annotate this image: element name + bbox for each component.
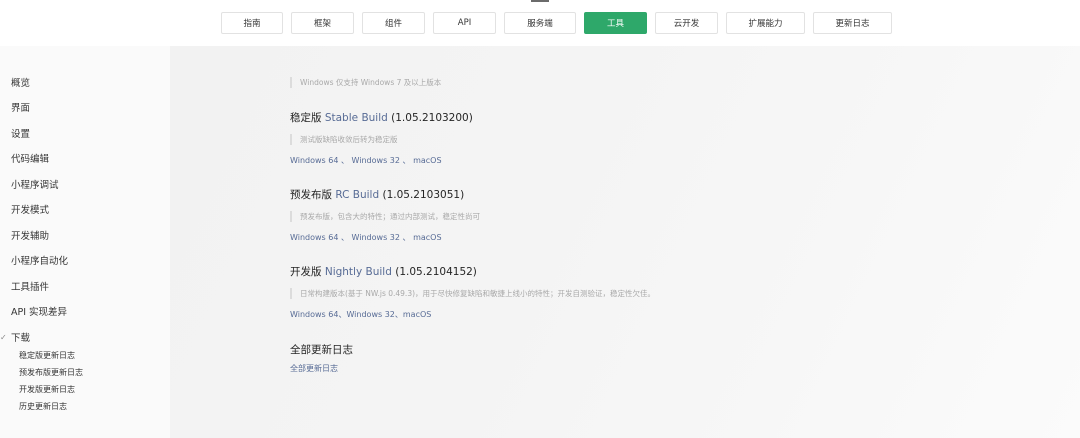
- nightly-build-note: 日常构建版本(基于 NW.js 0.49.3)，用于尽快修复缺陷和敏捷上线小的特…: [290, 288, 655, 299]
- stable-prefix: 稳定版: [290, 112, 325, 124]
- sidebar-item-interface[interactable]: 界面: [11, 100, 30, 114]
- rc-build-note: 预发布版，包含大的特性；通过内部测试，稳定性尚可: [290, 211, 480, 222]
- sidebar-subitem-rc-log[interactable]: 预发布版更新日志: [19, 367, 83, 378]
- separator: 、: [399, 233, 414, 242]
- stable-version: (1.05.2103200): [387, 112, 473, 124]
- tab-extensions[interactable]: 扩展能力: [726, 12, 805, 34]
- rc-build-heading: 预发布版 RC Build (1.05.2103051): [290, 187, 464, 202]
- nightly-win32-link[interactable]: Windows 32: [346, 310, 394, 319]
- nightly-prefix: 开发版: [290, 266, 325, 278]
- tab-components[interactable]: 组件: [362, 12, 425, 34]
- tab-framework[interactable]: 框架: [291, 12, 354, 34]
- windows-support-note: Windows 仅支持 Windows 7 及以上版本: [290, 77, 441, 88]
- stable-build-note: 测试版缺陷收敛后转为稳定版: [290, 134, 398, 145]
- sidebar-subitem-stable-log[interactable]: 稳定版更新日志: [19, 350, 75, 361]
- nav-tabs: 指南 框架 组件 API 服务端 工具 云开发 扩展能力 更新日志: [221, 12, 892, 34]
- nightly-macos-link[interactable]: macOS: [403, 310, 431, 319]
- stable-win32-link[interactable]: Windows 32: [352, 156, 400, 165]
- separator: 、: [399, 156, 414, 165]
- all-logs-heading: 全部更新日志: [290, 344, 353, 356]
- sidebar-item-code-editing[interactable]: 代码编辑: [11, 151, 49, 165]
- stable-macos-link[interactable]: macOS: [413, 156, 441, 165]
- rc-win64-link[interactable]: Windows 64: [290, 233, 338, 242]
- nightly-build-link[interactable]: Nightly Build: [325, 266, 392, 278]
- rc-download-links: Windows 64 、 Windows 32 、 macOS: [290, 232, 442, 243]
- tab-cloud-dev[interactable]: 云开发: [655, 12, 718, 34]
- sidebar-item-dev-mode[interactable]: 开发模式: [11, 202, 49, 216]
- sidebar-item-download[interactable]: 下载: [11, 330, 30, 344]
- sidebar-item-settings[interactable]: 设置: [11, 126, 30, 140]
- tab-changelog[interactable]: 更新日志: [813, 12, 892, 34]
- separator: 、: [338, 156, 352, 165]
- sidebar-item-dev-assist[interactable]: 开发辅助: [11, 228, 49, 242]
- chevron-down-icon[interactable]: ✓: [0, 333, 7, 342]
- top-navigation-bar: 指南 框架 组件 API 服务端 工具 云开发 扩展能力 更新日志: [0, 0, 1080, 46]
- top-indicator: [531, 0, 549, 2]
- rc-prefix: 预发布版: [290, 189, 336, 201]
- stable-download-links: Windows 64 、 Windows 32 、 macOS: [290, 155, 442, 166]
- rc-build-link[interactable]: RC Build: [335, 189, 379, 201]
- rc-win32-link[interactable]: Windows 32: [352, 233, 400, 242]
- sidebar-subitem-history-log[interactable]: 历史更新日志: [19, 401, 67, 412]
- sidebar-subitem-nightly-log[interactable]: 开发版更新日志: [19, 384, 75, 395]
- sidebar-item-automation[interactable]: 小程序自动化: [11, 253, 68, 267]
- nightly-version: (1.05.2104152): [391, 266, 477, 278]
- nightly-build-heading: 开发版 Nightly Build (1.05.2104152): [290, 264, 477, 279]
- tab-api[interactable]: API: [433, 12, 496, 34]
- nightly-download-links: Windows 64、Windows 32、macOS: [290, 309, 431, 320]
- sidebar-item-plugins[interactable]: 工具插件: [11, 279, 49, 293]
- stable-win64-link[interactable]: Windows 64: [290, 156, 338, 165]
- sidebar-item-miniprogram-debug[interactable]: 小程序调试: [11, 177, 59, 191]
- all-logs-links: 全部更新日志: [290, 363, 338, 374]
- separator: 、: [394, 310, 403, 319]
- rc-version: (1.05.2103051): [379, 189, 465, 201]
- tab-server[interactable]: 服务端: [504, 12, 576, 34]
- sidebar-item-api-diff[interactable]: API 实现差异: [11, 304, 67, 318]
- rc-macos-link[interactable]: macOS: [413, 233, 441, 242]
- tab-tools[interactable]: 工具: [584, 12, 647, 34]
- separator: 、: [338, 233, 352, 242]
- stable-build-heading: 稳定版 Stable Build (1.05.2103200): [290, 110, 473, 125]
- sidebar-item-overview[interactable]: 概览: [11, 75, 30, 89]
- tab-guide[interactable]: 指南: [221, 12, 283, 34]
- nightly-win64-link[interactable]: Windows 64: [290, 310, 338, 319]
- stable-build-link[interactable]: Stable Build: [325, 112, 388, 124]
- all-logs-link[interactable]: 全部更新日志: [290, 364, 338, 373]
